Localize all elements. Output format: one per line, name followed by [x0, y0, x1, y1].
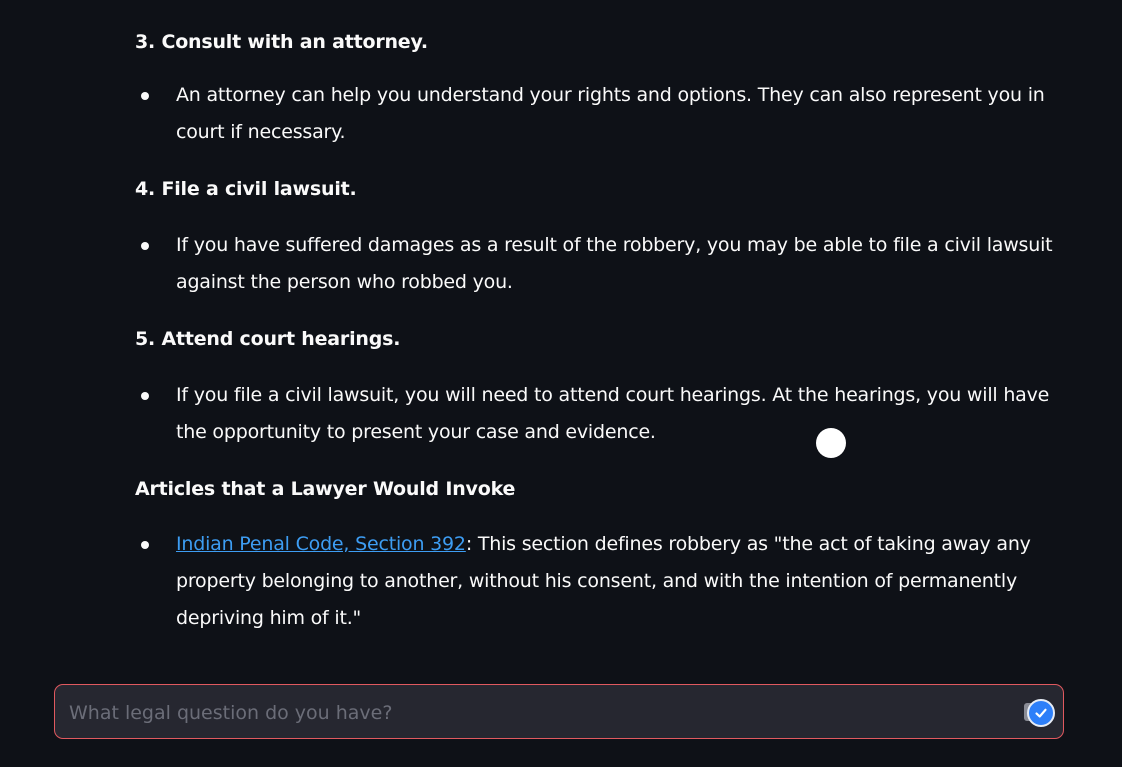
bullet-list: If you have suffered damages as a result… [135, 227, 1065, 301]
submit-check-button[interactable] [1027, 699, 1055, 727]
check-icon [1035, 708, 1047, 718]
bullet-icon [141, 541, 149, 549]
list-item-text: If you file a civil lawsuit, you will ne… [176, 384, 1050, 443]
list-item-text: If you have suffered damages as a result… [176, 234, 1053, 293]
list-item: If you have suffered damages as a result… [135, 227, 1065, 301]
section-heading: 4. File a civil lawsuit. [135, 178, 357, 200]
bullet-list: If you file a civil lawsuit, you will ne… [135, 377, 1065, 451]
list-item: An attorney can help you understand your… [135, 77, 1065, 151]
section-heading: 3. Consult with an attorney. [135, 31, 428, 53]
article-link[interactable]: Indian Penal Code, Section 392 [176, 533, 466, 555]
pointer-cursor-icon [816, 428, 846, 458]
assistant-message: 3. Consult with an attorney. An attorney… [135, 27, 1065, 637]
list-item: Indian Penal Code, Section 392: This sec… [135, 526, 1065, 637]
articles-heading: Articles that a Lawyer Would Invoke [135, 478, 516, 500]
articles-list: Indian Penal Code, Section 392: This sec… [135, 526, 1065, 637]
list-item-text: An attorney can help you understand your… [176, 84, 1045, 143]
chat-page: 3. Consult with an attorney. An attorney… [0, 0, 1122, 767]
list-item: If you file a civil lawsuit, you will ne… [135, 377, 1065, 451]
bullet-icon [141, 92, 149, 100]
bullet-icon [141, 242, 149, 250]
chat-input[interactable] [67, 685, 1011, 740]
chat-input-container [54, 684, 1064, 740]
section-heading: 5. Attend court hearings. [135, 328, 401, 350]
bullet-list: An attorney can help you understand your… [135, 77, 1065, 151]
bullet-icon [141, 392, 149, 400]
